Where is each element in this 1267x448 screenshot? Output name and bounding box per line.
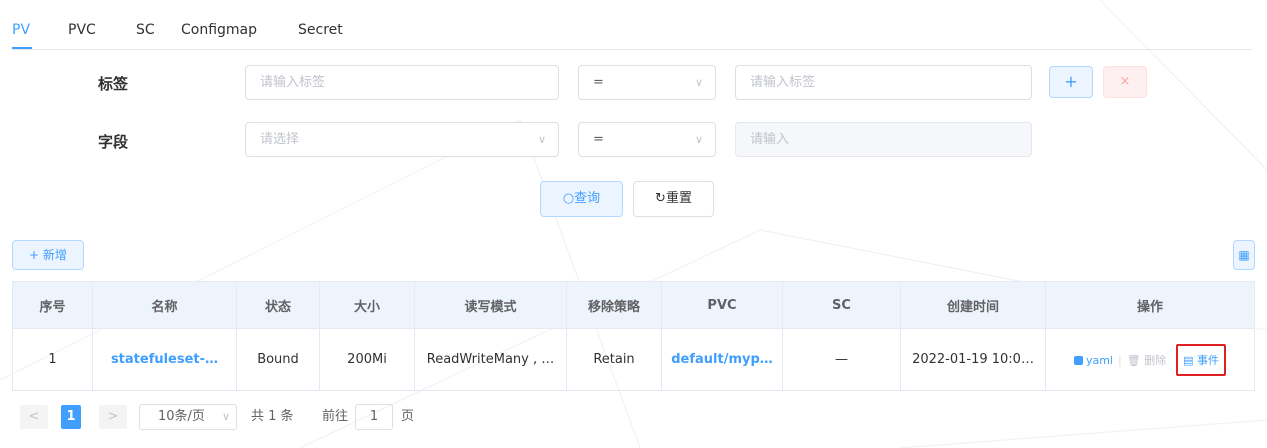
- chevron-down-icon: ∨: [221, 410, 230, 423]
- page-size-value: 10条/页: [158, 409, 205, 424]
- table-header-row: 序号 名称 状态 大小 读写模式 移除策略 PVC SC 创建时间 操作: [12, 281, 1255, 329]
- tab-sc[interactable]: SC: [136, 22, 155, 38]
- yaml-action[interactable]: yaml: [1073, 353, 1113, 367]
- col-header-index: 序号: [12, 281, 93, 329]
- col-header-created: 创建时间: [900, 281, 1046, 329]
- remove-condition-button[interactable]: ×: [1103, 66, 1147, 98]
- yaml-action-label: yaml: [1085, 353, 1113, 367]
- label-operator-value: =: [593, 75, 604, 90]
- yaml-icon: [1073, 356, 1083, 365]
- col-header-access-mode: 读写模式: [414, 281, 567, 329]
- cell-size: 200Mi: [319, 328, 415, 391]
- col-header-sc: SC: [782, 281, 901, 329]
- prev-page-button[interactable]: <: [20, 405, 48, 429]
- goto-page-input[interactable]: 1: [355, 404, 393, 430]
- cell-actions: yaml | 🗑 删除 ▤ 事件: [1045, 328, 1255, 391]
- goto-prefix: 前往: [322, 409, 349, 424]
- total-count: 共 1 条: [251, 409, 294, 424]
- page-size-select[interactable]: 10条/页 ∨: [139, 404, 237, 430]
- label-operator-select[interactable]: = ∨: [578, 65, 716, 100]
- tab-pvc[interactable]: PVC: [68, 22, 96, 38]
- cell-name-link[interactable]: statefuleset-…: [92, 328, 237, 391]
- col-header-name: 名称: [92, 281, 237, 329]
- tab-pv[interactable]: PV: [12, 22, 30, 38]
- field-key-select[interactable]: 请选择 ∨: [245, 122, 559, 157]
- pv-table: 序号 名称 状态 大小 读写模式 移除策略 PVC SC 创建时间 操作 1 s…: [12, 281, 1255, 391]
- active-tab-indicator: [12, 47, 32, 49]
- query-button[interactable]: ○查询: [540, 181, 623, 217]
- cell-reclaim-policy: Retain: [566, 328, 662, 391]
- query-button-label: 查询: [574, 191, 601, 206]
- cell-status: Bound: [236, 328, 320, 391]
- cell-pvc-link[interactable]: default/myp…: [661, 328, 783, 391]
- delete-action-label: 删除: [1144, 353, 1167, 367]
- col-header-actions: 操作: [1045, 281, 1255, 329]
- new-button-label: 新增: [42, 248, 67, 262]
- label-value-placeholder: 请输入标签: [750, 75, 816, 90]
- reset-button[interactable]: ↻重置: [633, 181, 714, 217]
- col-header-size: 大小: [319, 281, 415, 329]
- field-value-input[interactable]: 请输入: [735, 122, 1032, 157]
- add-condition-button[interactable]: +: [1049, 66, 1093, 98]
- cell-sc: —: [782, 328, 901, 391]
- label-filter-title: 标签: [98, 75, 129, 93]
- table-row: 1 statefuleset-… Bound 200Mi ReadWriteMa…: [12, 328, 1255, 391]
- action-separator: |: [1117, 353, 1122, 367]
- cell-created: 2022-01-19 10:0…: [900, 328, 1046, 391]
- plus-icon: +: [29, 248, 43, 262]
- delete-action[interactable]: 🗑 删除: [1127, 354, 1166, 367]
- col-header-pvc: PVC: [661, 281, 783, 329]
- goto-suffix: 页: [401, 409, 415, 424]
- chevron-down-icon: ∨: [537, 133, 546, 146]
- field-operator-value: =: [593, 132, 604, 147]
- cell-access-mode: ReadWriteMany , …: [414, 328, 567, 391]
- table-grid-icon: ▦: [1238, 248, 1250, 262]
- events-action[interactable]: ▤ 事件: [1176, 343, 1227, 376]
- trash-icon: 🗑: [1126, 353, 1145, 367]
- field-operator-select[interactable]: = ∨: [578, 122, 716, 157]
- tab-configmap[interactable]: Configmap: [181, 22, 257, 38]
- new-button[interactable]: + 新增: [12, 240, 84, 270]
- reset-button-label: 重置: [665, 191, 692, 206]
- label-value-input[interactable]: 请输入标签: [735, 65, 1032, 100]
- label-key-placeholder: 请输入标签: [260, 75, 326, 90]
- col-header-status: 状态: [236, 281, 320, 329]
- tab-secret[interactable]: Secret: [298, 22, 343, 38]
- chevron-down-icon: ∨: [694, 76, 703, 89]
- next-page-button[interactable]: >: [99, 405, 127, 429]
- label-key-input[interactable]: 请输入标签: [245, 65, 559, 100]
- events-icon: ▤: [1183, 353, 1198, 367]
- search-icon: ○: [562, 191, 575, 206]
- cell-index: 1: [12, 328, 93, 391]
- current-page-button[interactable]: 1: [61, 405, 81, 429]
- chevron-down-icon: ∨: [694, 133, 703, 146]
- resource-tabs: PV PVC SC Configmap Secret: [12, 0, 1252, 50]
- field-key-placeholder: 请选择: [260, 132, 300, 147]
- events-action-label: 事件: [1197, 353, 1220, 367]
- column-settings-button[interactable]: ▦: [1233, 240, 1255, 270]
- field-value-placeholder: 请输入: [750, 132, 790, 147]
- field-filter-title: 字段: [98, 133, 129, 151]
- col-header-reclaim-policy: 移除策略: [566, 281, 662, 329]
- refresh-icon: ↻: [655, 191, 666, 206]
